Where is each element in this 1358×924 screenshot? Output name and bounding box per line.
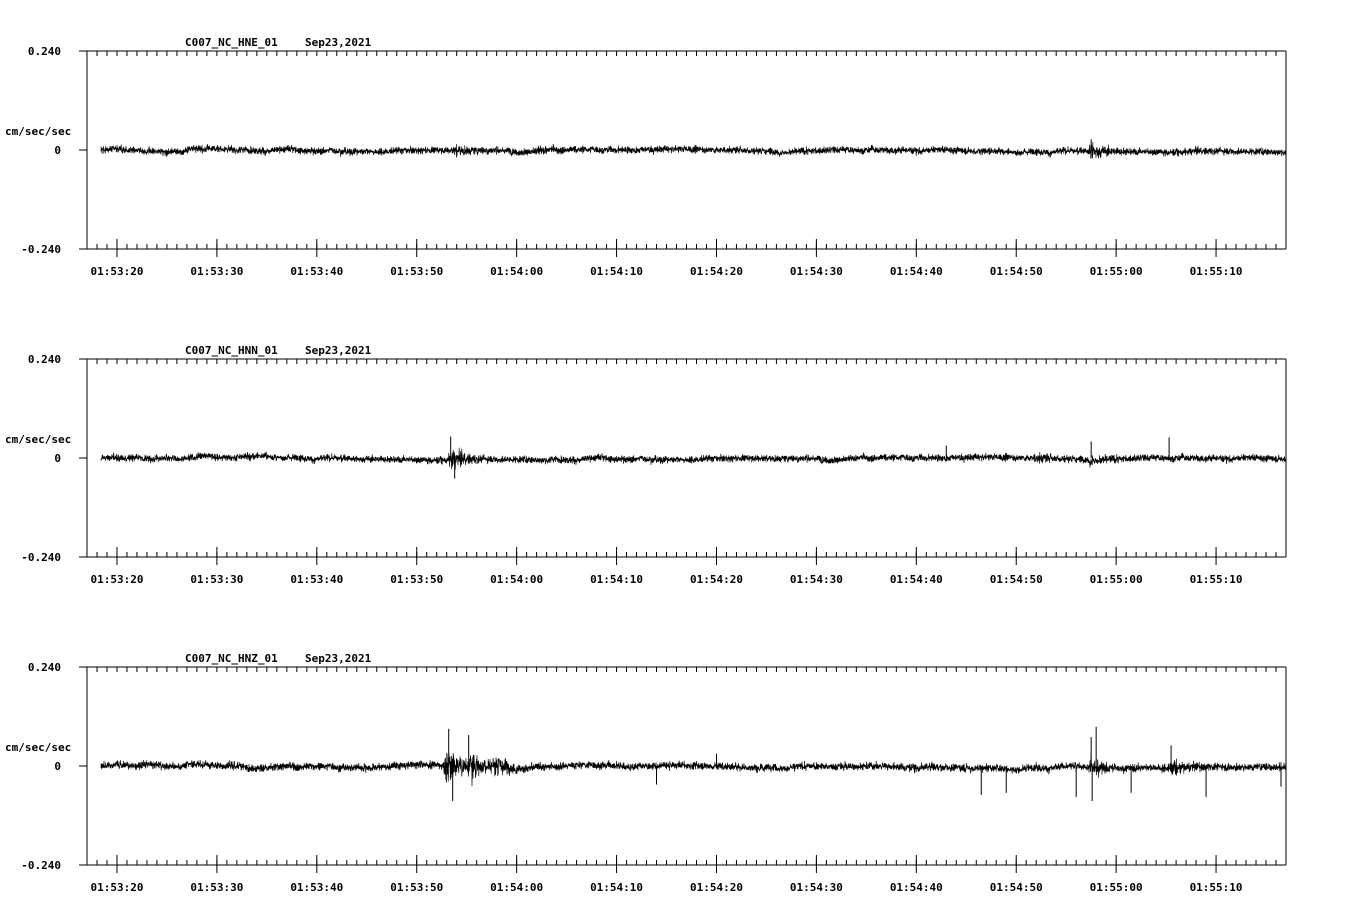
x-tick-label: 01:55:10 — [1190, 573, 1243, 586]
y-tick-label-zero: 0 — [54, 760, 61, 773]
x-tick-label: 01:53:20 — [90, 573, 143, 586]
x-tick-label: 01:55:00 — [1090, 881, 1143, 894]
y-tick-label-bottom: -0.240 — [21, 243, 61, 256]
x-tick-label: 01:54:30 — [790, 573, 843, 586]
y-tick-label-top: 0.240 — [28, 353, 61, 366]
x-tick-label: 01:53:40 — [290, 881, 343, 894]
chart-title: C007_NC_HNN_01 — [185, 344, 278, 357]
y-axis-label: cm/sec/sec — [5, 125, 71, 138]
x-tick-label: 01:55:00 — [1090, 265, 1143, 278]
x-tick-label: 01:54:10 — [590, 265, 643, 278]
x-tick-label: 01:54:50 — [990, 265, 1043, 278]
x-tick-label: 01:55:10 — [1190, 265, 1243, 278]
x-tick-label: 01:53:40 — [290, 265, 343, 278]
x-tick-label: 01:54:50 — [990, 881, 1043, 894]
x-tick-label: 01:54:00 — [490, 881, 543, 894]
waveform-trace — [100, 447, 1287, 470]
x-tick-label: 01:55:00 — [1090, 573, 1143, 586]
x-tick-label: 01:53:20 — [90, 265, 143, 278]
x-tick-label: 01:54:30 — [790, 881, 843, 894]
y-tick-label-top: 0.240 — [28, 45, 61, 58]
x-tick-label: 01:54:40 — [890, 573, 943, 586]
x-tick-label: 01:54:10 — [590, 881, 643, 894]
x-tick-label: 01:54:40 — [890, 265, 943, 278]
x-tick-label: 01:54:30 — [790, 265, 843, 278]
x-tick-label: 01:55:10 — [1190, 881, 1243, 894]
x-tick-label: 01:53:40 — [290, 573, 343, 586]
x-tick-label: 01:54:50 — [990, 573, 1043, 586]
x-tick-label: 01:53:30 — [190, 573, 243, 586]
chart-title: C007_NC_HNE_01 — [185, 36, 278, 49]
x-tick-label: 01:54:10 — [590, 573, 643, 586]
y-tick-label-top: 0.240 — [28, 661, 61, 674]
y-tick-label-zero: 0 — [54, 144, 61, 157]
x-tick-label: 01:54:20 — [690, 881, 743, 894]
seismogram-plots: 0.240 0 -0.240 cm/sec/sec C007_NC_HNE_01 Sep2… — [5, 36, 1287, 894]
x-tick-label: 01:53:30 — [190, 265, 243, 278]
chart-date: Sep23,2021 — [305, 36, 372, 49]
chart-date: Sep23,2021 — [305, 344, 372, 357]
x-tick-label: 01:53:50 — [390, 573, 443, 586]
y-tick-label-bottom: -0.240 — [21, 551, 61, 564]
y-tick-label-bottom: -0.240 — [21, 859, 61, 872]
waveform-trace — [100, 142, 1287, 159]
x-tick-label: 01:53:50 — [390, 881, 443, 894]
x-tick-label: 01:53:20 — [90, 881, 143, 894]
x-tick-label: 01:54:00 — [490, 573, 543, 586]
x-tick-label: 01:54:00 — [490, 265, 543, 278]
x-tick-label: 01:53:30 — [190, 881, 243, 894]
x-tick-label: 01:54:40 — [890, 881, 943, 894]
y-tick-label-zero: 0 — [54, 452, 61, 465]
x-tick-label: 01:54:20 — [690, 573, 743, 586]
x-tick-label: 01:54:20 — [690, 265, 743, 278]
y-axis-label: cm/sec/sec — [5, 433, 71, 446]
chart-title: C007_NC_HNZ_01 — [185, 652, 278, 665]
y-axis-label: cm/sec/sec — [5, 741, 71, 754]
waveform-trace — [100, 752, 1287, 787]
x-tick-label: 01:53:50 — [390, 265, 443, 278]
chart-date: Sep23,2021 — [305, 652, 372, 665]
